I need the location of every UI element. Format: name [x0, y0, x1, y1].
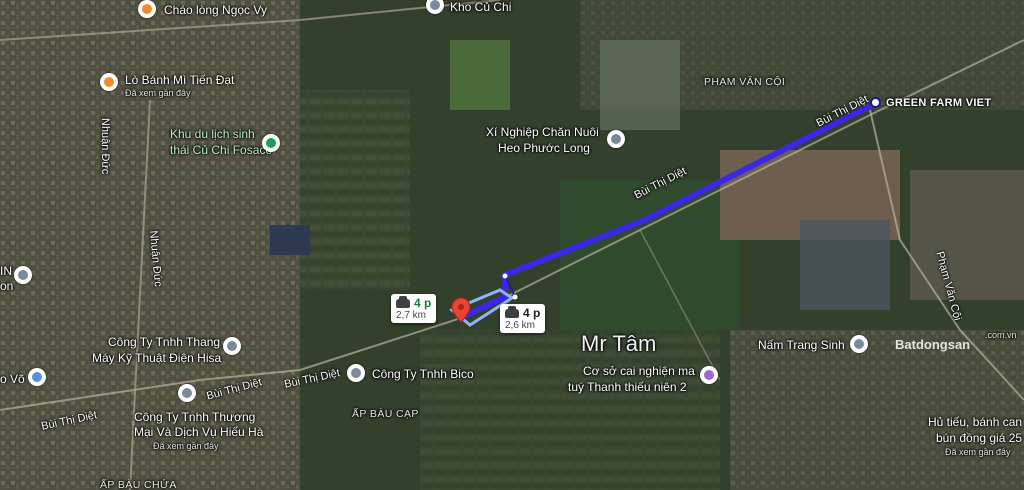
poi-lo-banh-mi[interactable]: Lò Bánh Mì Tiến Đạt — [125, 73, 234, 87]
poi-co-so-line2[interactable]: tuý Thanh thiếu niên 2 — [568, 380, 687, 394]
area-pham-van-coi: PHẠM VĂN CỘI — [704, 76, 786, 88]
satellite-map[interactable]: Cháo lòng Ngọc Vy Kho Củ Chi Lò Bánh Mì … — [0, 0, 1024, 490]
company-hieu-ha-pin-icon[interactable] — [178, 384, 196, 402]
company-pin-icon[interactable] — [223, 337, 241, 355]
poi-hu-tieu-sub: Đã xem gần đây — [945, 447, 1011, 457]
poi-cong-ty-bico[interactable]: Công Ty Tnhh Bico — [372, 367, 474, 381]
route-badge-alternate[interactable]: 4 p 2,7 km — [391, 294, 437, 323]
left-edge-pin-icon[interactable] — [14, 266, 32, 284]
poi-chao-long[interactable]: Cháo lòng Ngọc Vy — [164, 3, 267, 17]
poi-khu-du-lich-line1[interactable]: Khu du lịch sinh — [170, 127, 255, 141]
car-icon — [396, 295, 410, 308]
watermark-text: Batdongsan — [895, 337, 971, 352]
area-ap-bau-chua: ẤP BÀU CHỨA — [100, 479, 177, 490]
poi-cong-ty-thang-line2[interactable]: Máy Kỹ Thuật Điện Hisa — [92, 351, 221, 365]
route-b-time: 4 p — [523, 306, 541, 320]
poi-hu-tieu-line2[interactable]: bún đồng giá 25 — [936, 431, 1022, 445]
poi-hu-tieu-line1[interactable]: Hủ tiếu, bánh can — [928, 415, 1022, 429]
watermark-logo: Batdongsan — [895, 337, 970, 352]
destination-dot-icon[interactable] — [870, 97, 881, 108]
route-a-distance: 2,7 km — [396, 310, 427, 321]
route-a-time: 4 p — [414, 296, 432, 310]
building-pin-icon[interactable] — [607, 130, 625, 148]
poi-hieu-ha-line1[interactable]: Công Ty Tnhh Thương — [134, 410, 255, 424]
company-bico-pin-icon[interactable] — [347, 364, 365, 382]
left-edge-vo-pin-icon[interactable] — [28, 368, 46, 386]
route-b-distance: 2,6 km — [505, 320, 536, 331]
poi-left-edge-vo[interactable]: o Võ — [0, 372, 25, 386]
poi-kho-cu-chi[interactable]: Kho Củ Chi — [450, 0, 511, 14]
poi-green-farm[interactable]: GREEN FARM VIET — [886, 96, 991, 110]
poi-hieu-ha-sub: Đã xem gần đây — [153, 441, 219, 451]
poi-left-edge-line2[interactable]: on — [0, 279, 13, 293]
poi-cong-ty-thang-line1[interactable]: Công Ty Tnhh Thang — [108, 335, 220, 349]
shop-pin-icon[interactable] — [850, 335, 868, 353]
poi-xi-nghiep-line2[interactable]: Heo Phước Long — [498, 141, 590, 155]
poi-left-edge-line1[interactable]: IN — [0, 264, 12, 278]
bakery-pin-icon[interactable] — [100, 73, 118, 91]
road-nhuan-duc-north: Nhuận Đức — [99, 118, 111, 175]
area-mr-tam: Mr Tâm — [581, 331, 657, 356]
car-icon — [505, 305, 519, 318]
park-pin-icon[interactable] — [262, 134, 280, 152]
watermark-suffix: .com.vn — [985, 330, 1017, 340]
restaurant-pin-icon[interactable] — [138, 0, 156, 18]
poi-co-so-line1[interactable]: Cơ sở cai nghiện ma — [583, 364, 695, 378]
route-badge-primary[interactable]: 4 p 2,6 km — [500, 304, 546, 333]
poi-lo-banh-mi-sub: Đã xem gần đây — [125, 88, 191, 98]
poi-hieu-ha-line2[interactable]: Mại Và Dịch Vụ Hiếu Hà — [134, 425, 263, 439]
poi-xi-nghiep-line1[interactable]: Xí Nghiệp Chăn Nuôi — [486, 125, 599, 139]
poi-khu-du-lich-line2[interactable]: thái Củ Chi Fosaco — [170, 143, 272, 157]
poi-nam-trang-sinh[interactable]: Nấm Trang Sinh — [758, 338, 845, 352]
facility-pin-icon[interactable] — [700, 366, 718, 384]
area-ap-bau-cap: ẤP BÀU CẠP — [352, 408, 419, 420]
